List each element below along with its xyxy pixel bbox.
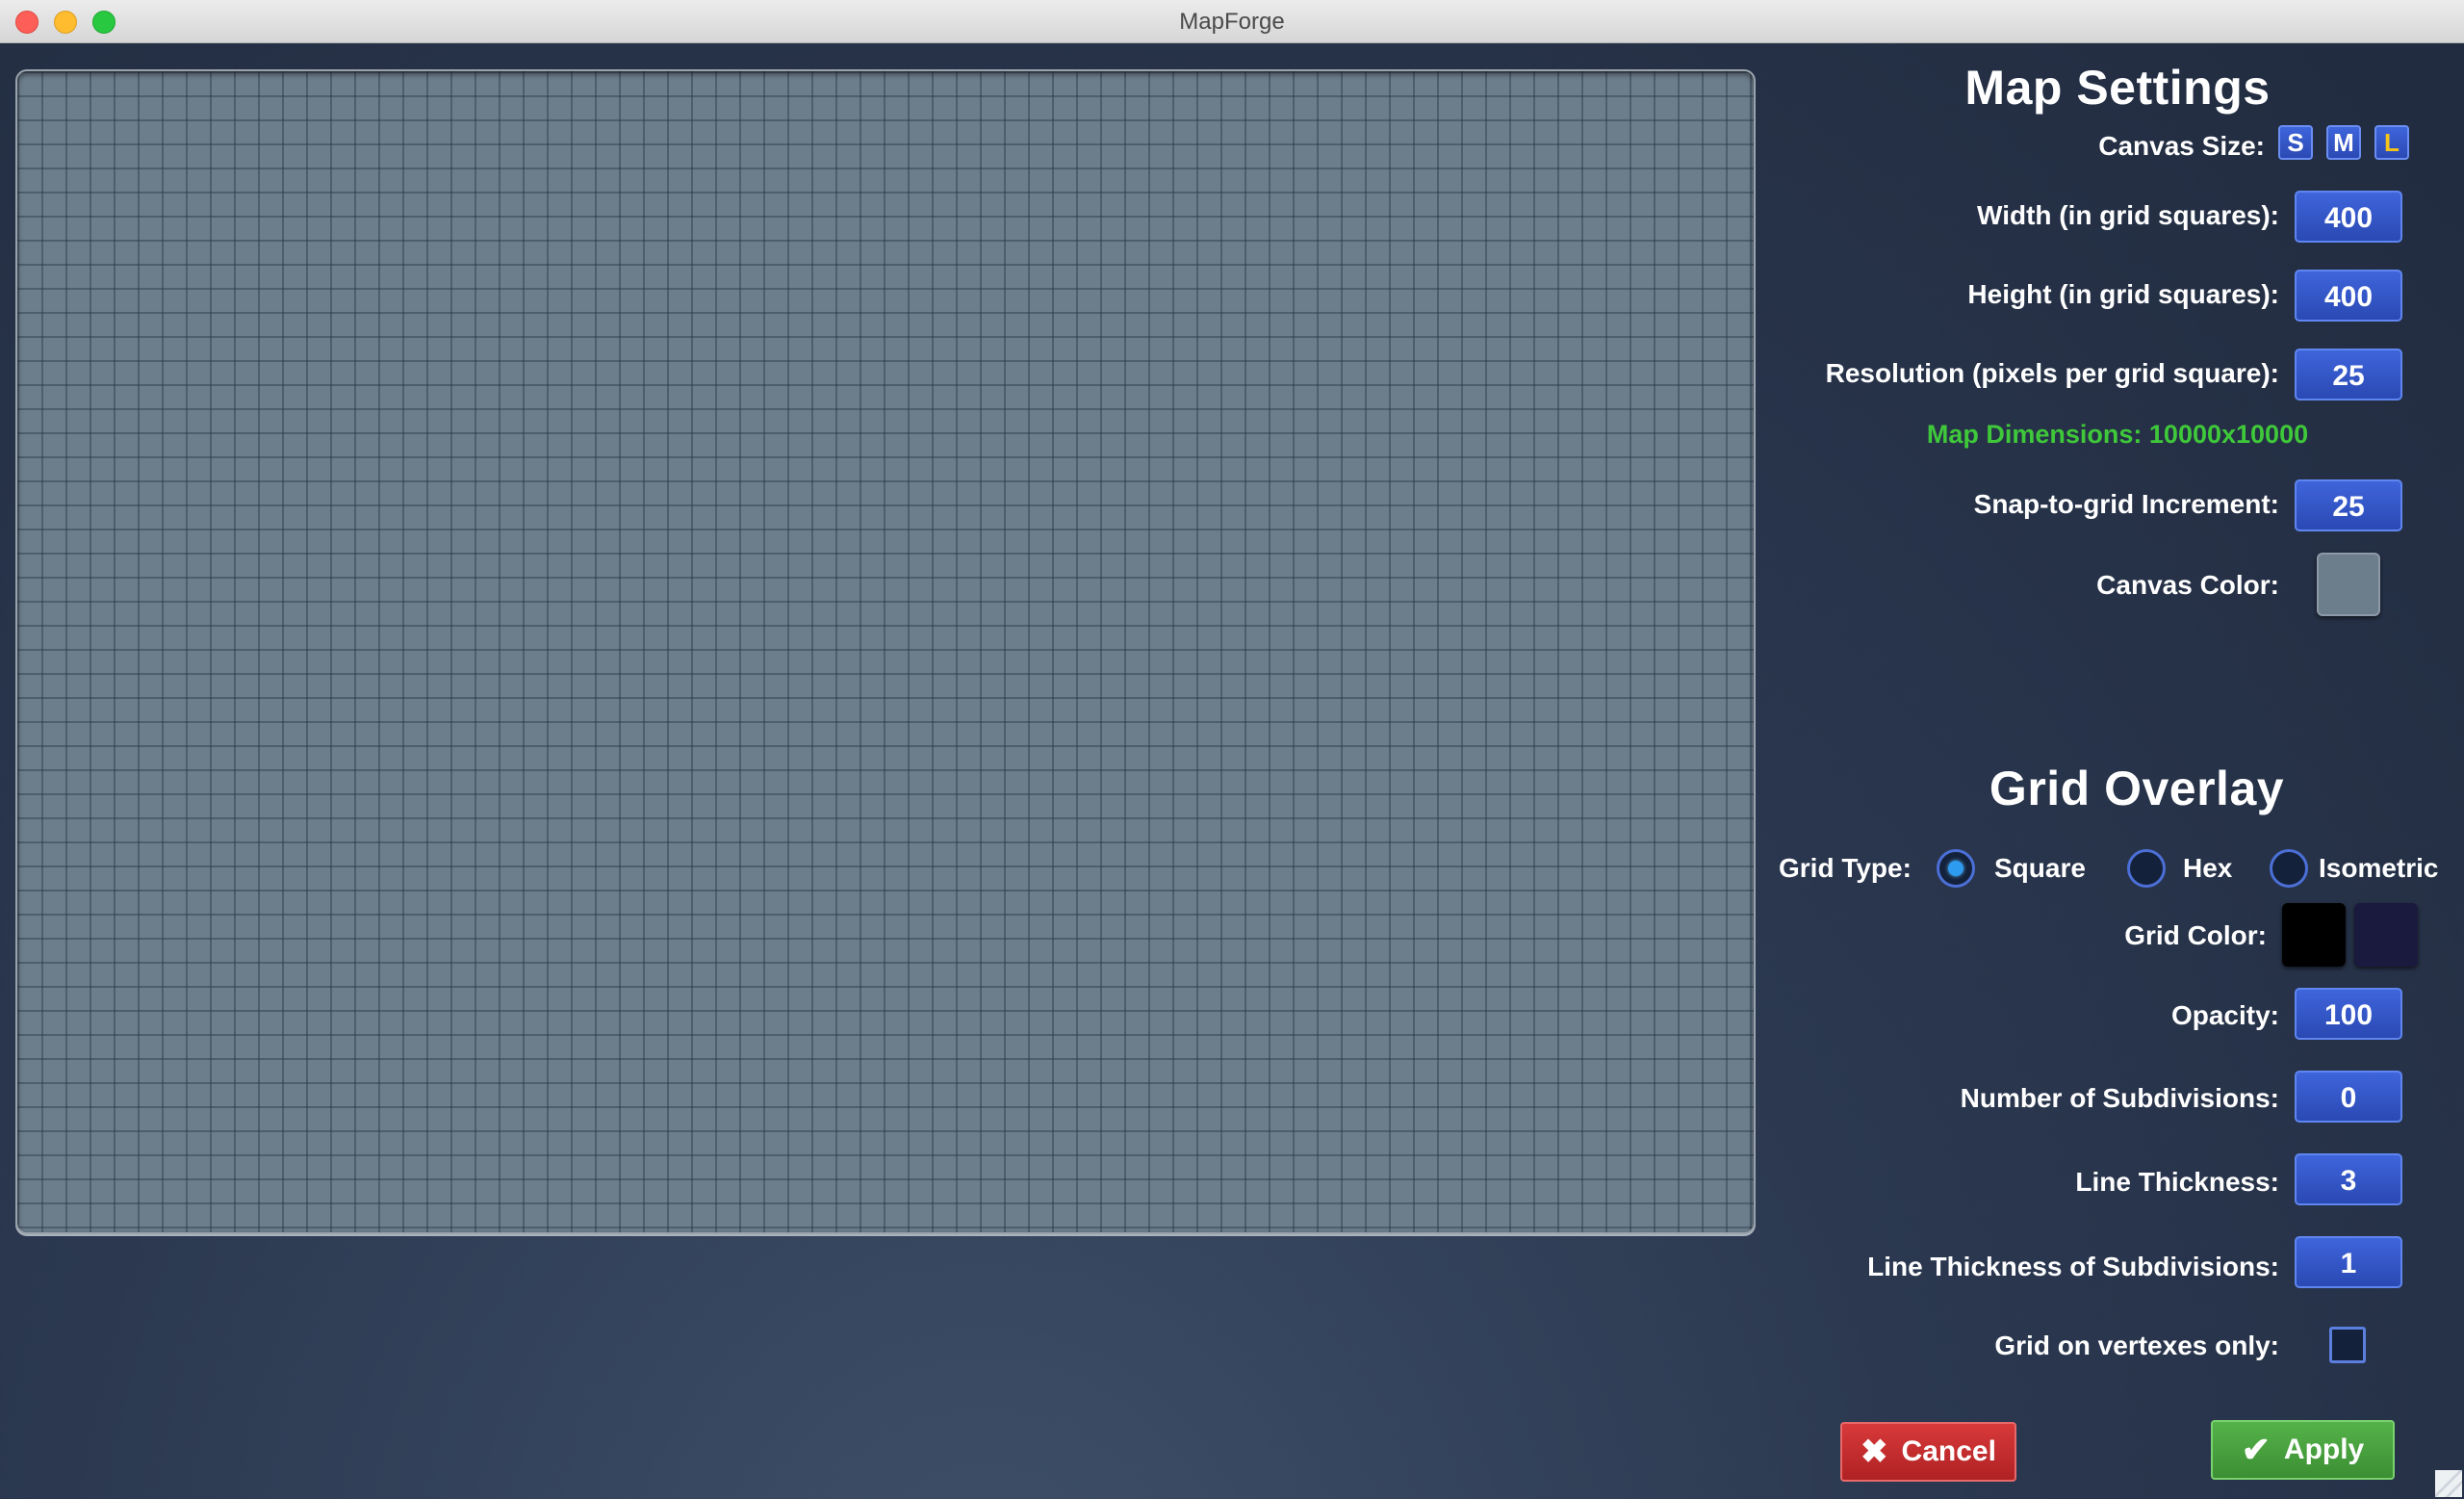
grid-type-isometric-label[interactable]: Isometric: [2319, 853, 2439, 884]
grid-type-hex-radio[interactable]: [2127, 849, 2166, 888]
resize-grip-icon[interactable]: [2435, 1470, 2462, 1497]
subdivisions-label: Number of Subdivisions:: [1960, 1083, 2279, 1113]
radio-selected-dot: [1948, 861, 1964, 876]
map-dimensions-text: Map Dimensions: 10000x10000: [1926, 420, 2309, 449]
line-thickness-label: Line Thickness:: [2075, 1167, 2279, 1197]
resolution-label: Resolution (pixels per grid square):: [1825, 358, 2279, 388]
window-title: MapForge: [1179, 9, 1285, 35]
grid-color-secondary-swatch[interactable]: [2354, 903, 2418, 967]
vertex-only-checkbox[interactable]: [2329, 1327, 2366, 1363]
cancel-button[interactable]: ✖ Cancel: [1840, 1422, 2016, 1482]
canvas-size-m-button[interactable]: M: [2326, 125, 2361, 160]
cancel-button-label: Cancel: [1901, 1435, 1996, 1467]
height-label: Height (in grid squares):: [1967, 279, 2279, 309]
canvas-size-l-button[interactable]: L: [2374, 125, 2409, 160]
grid-type-isometric-radio[interactable]: [2270, 849, 2308, 888]
resolution-input[interactable]: 25: [2295, 349, 2402, 401]
sub-line-thickness-label: Line Thickness of Subdivisions:: [1867, 1252, 2279, 1281]
canvas-color-swatch[interactable]: [2317, 553, 2380, 616]
sub-line-thickness-input[interactable]: 1: [2295, 1236, 2402, 1288]
line-thickness-input[interactable]: 3: [2295, 1153, 2402, 1205]
snap-increment-label: Snap-to-grid Increment:: [1973, 489, 2279, 519]
map-settings-heading: Map Settings: [1964, 61, 2271, 115]
opacity-input[interactable]: 100: [2295, 988, 2402, 1040]
snap-increment-input[interactable]: 25: [2295, 479, 2402, 531]
opacity-label: Opacity:: [2170, 1000, 2279, 1030]
close-x-icon: ✖: [1861, 1434, 1888, 1470]
subdivisions-input[interactable]: 0: [2295, 1071, 2402, 1123]
grid-type-square-radio[interactable]: [1937, 849, 1975, 888]
apply-button[interactable]: ✔ Apply: [2211, 1420, 2395, 1480]
canvas-size-label: Canvas Size:: [2098, 131, 2265, 161]
grid-overlay-heading: Grid Overlay: [1989, 762, 2285, 815]
map-canvas-preview[interactable]: [15, 69, 1756, 1234]
canvas-size-s-button[interactable]: S: [2278, 125, 2313, 160]
checkmark-icon: ✔: [2241, 1430, 2271, 1469]
grid-type-label: Grid Type:: [1779, 853, 1912, 883]
grid-type-square-label[interactable]: Square: [1994, 853, 2086, 884]
grid-color-primary-swatch[interactable]: [2282, 903, 2346, 967]
vertex-only-label: Grid on vertexes only:: [1994, 1331, 2279, 1360]
width-input[interactable]: 400: [2295, 191, 2402, 243]
height-input[interactable]: 400: [2295, 270, 2402, 322]
apply-button-label: Apply: [2283, 1434, 2365, 1465]
window-titlebar: MapForge: [0, 0, 2464, 43]
width-label: Width (in grid squares):: [1977, 200, 2279, 230]
grid-type-hex-label[interactable]: Hex: [2183, 853, 2232, 884]
grid-color-label: Grid Color:: [2124, 920, 2267, 950]
canvas-color-label: Canvas Color:: [2096, 570, 2279, 600]
